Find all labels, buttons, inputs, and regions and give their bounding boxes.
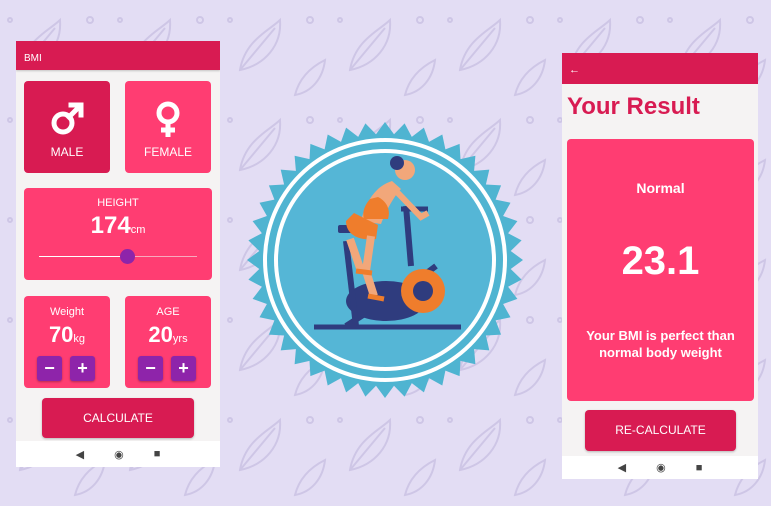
weight-decrement-button[interactable]: − xyxy=(37,356,62,381)
nav-back-icon[interactable]: ◀ xyxy=(618,461,626,474)
height-value: 174 xyxy=(90,212,131,239)
height-value-display: 174cm xyxy=(24,212,212,240)
calculate-button[interactable]: CALCULATE xyxy=(42,398,194,438)
app-bar: BMI xyxy=(16,41,220,70)
page-title: Your Result xyxy=(567,93,700,120)
age-unit: yrs xyxy=(172,333,188,345)
nav-back-icon[interactable]: ◀ xyxy=(76,448,84,461)
male-label: MALE xyxy=(50,145,84,159)
app-bar: ← xyxy=(562,53,758,84)
nav-home-icon[interactable]: ◉ xyxy=(656,461,666,474)
age-increment-button[interactable]: + xyxy=(171,356,196,381)
weight-increment-button[interactable]: + xyxy=(70,356,95,381)
male-gender-card[interactable]: MALE xyxy=(24,81,110,173)
bmi-result-screen: ← Your Result Normal 23.1 Your BMI is pe… xyxy=(562,53,758,479)
height-label: HEIGHT xyxy=(97,197,139,209)
system-nav-bar: ◀ ◉ ■ xyxy=(16,441,220,467)
weight-unit: kg xyxy=(73,333,86,345)
height-unit: cm xyxy=(130,224,146,236)
age-card: AGE 20yrs − + xyxy=(125,296,211,388)
height-slider-fill xyxy=(39,256,128,257)
age-value-display: 20yrs xyxy=(125,322,211,348)
height-card: HEIGHT 174cm xyxy=(24,188,212,280)
age-value: 20 xyxy=(148,322,173,347)
age-decrement-button[interactable]: − xyxy=(138,356,163,381)
male-symbol-icon xyxy=(24,99,110,139)
recalculate-button[interactable]: RE-CALCULATE xyxy=(585,410,736,451)
weight-value-display: 70kg xyxy=(24,322,110,348)
back-arrow-icon[interactable]: ← xyxy=(569,64,580,76)
bmi-calculator-screen: BMI MALE FEMALE HEIGHT 174cm Weight 70kg… xyxy=(16,41,220,467)
weight-value: 70 xyxy=(48,322,74,347)
result-card: Normal 23.1 Your BMI is perfect than nor… xyxy=(567,139,754,401)
weight-card: Weight 70kg − + xyxy=(24,296,110,388)
female-symbol-icon xyxy=(125,99,211,139)
nav-recents-icon[interactable]: ■ xyxy=(154,448,161,460)
bmi-message: Your BMI is perfect than normal body wei… xyxy=(586,328,735,360)
height-slider-thumb[interactable] xyxy=(119,249,135,264)
bmi-value: 23.1 xyxy=(621,239,700,283)
female-label: FEMALE xyxy=(143,145,192,159)
weight-label: Weight xyxy=(49,306,85,318)
female-gender-card[interactable]: FEMALE xyxy=(125,81,211,173)
age-label: AGE xyxy=(156,306,180,318)
nav-recents-icon[interactable]: ■ xyxy=(696,462,703,474)
stationary-bike-badge-icon xyxy=(247,122,523,398)
app-bar-title: BMI xyxy=(24,53,42,64)
system-nav-bar: ◀ ◉ ■ xyxy=(562,456,758,479)
nav-home-icon[interactable]: ◉ xyxy=(114,448,124,461)
bmi-status: Normal xyxy=(636,180,685,196)
